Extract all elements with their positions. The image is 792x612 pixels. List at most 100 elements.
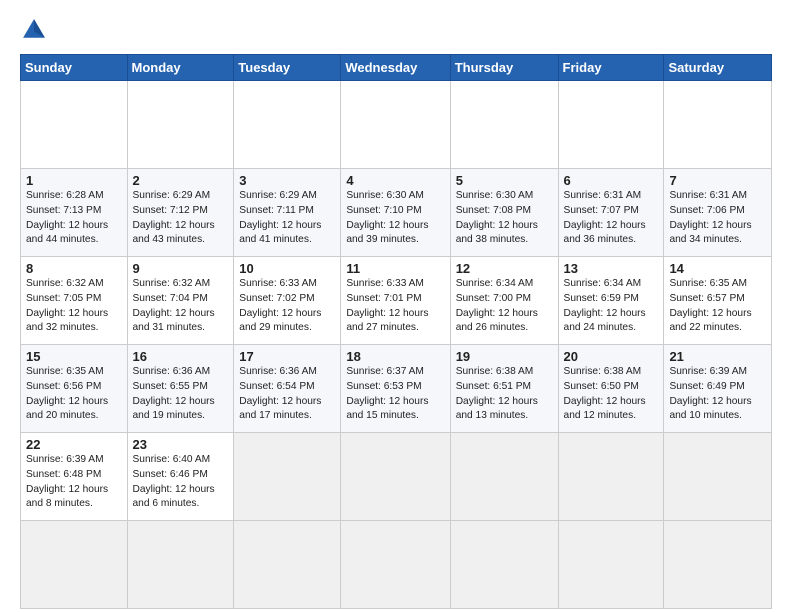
weekday-header-row: SundayMondayTuesdayWednesdayThursdayFrid… <box>21 55 772 81</box>
calendar-cell: 15Sunrise: 6:35 AMSunset: 6:56 PMDayligh… <box>21 345 128 433</box>
day-number: 4 <box>346 173 444 188</box>
day-number: 19 <box>456 349 553 364</box>
calendar-cell <box>21 521 128 609</box>
day-info: Sunrise: 6:31 AMSunset: 7:06 PMDaylight:… <box>669 189 766 248</box>
day-info: Sunrise: 6:34 AMSunset: 6:59 PMDaylight:… <box>564 277 659 336</box>
logo-icon <box>20 16 48 44</box>
calendar-cell: 5Sunrise: 6:30 AMSunset: 7:08 PMDaylight… <box>450 169 558 257</box>
day-number: 14 <box>669 261 766 276</box>
calendar-cell: 10Sunrise: 6:33 AMSunset: 7:02 PMDayligh… <box>234 257 341 345</box>
header <box>20 16 772 44</box>
calendar-cell <box>21 81 128 169</box>
day-info: Sunrise: 6:31 AMSunset: 7:07 PMDaylight:… <box>564 189 659 248</box>
calendar-cell: 22Sunrise: 6:39 AMSunset: 6:48 PMDayligh… <box>21 433 128 521</box>
calendar-cell: 2Sunrise: 6:29 AMSunset: 7:12 PMDaylight… <box>127 169 234 257</box>
calendar-cell <box>341 81 450 169</box>
day-number: 2 <box>133 173 229 188</box>
calendar-cell: 4Sunrise: 6:30 AMSunset: 7:10 PMDaylight… <box>341 169 450 257</box>
day-info: Sunrise: 6:33 AMSunset: 7:02 PMDaylight:… <box>239 277 335 336</box>
calendar-row: 1Sunrise: 6:28 AMSunset: 7:13 PMDaylight… <box>21 169 772 257</box>
calendar-cell <box>664 433 772 521</box>
day-number: 3 <box>239 173 335 188</box>
calendar-row: 8Sunrise: 6:32 AMSunset: 7:05 PMDaylight… <box>21 257 772 345</box>
day-number: 22 <box>26 437 122 452</box>
day-number: 18 <box>346 349 444 364</box>
calendar-cell: 21Sunrise: 6:39 AMSunset: 6:49 PMDayligh… <box>664 345 772 433</box>
calendar-cell <box>558 521 664 609</box>
day-info: Sunrise: 6:32 AMSunset: 7:05 PMDaylight:… <box>26 277 122 336</box>
logo <box>20 16 52 44</box>
day-number: 23 <box>133 437 229 452</box>
calendar-table: SundayMondayTuesdayWednesdayThursdayFrid… <box>20 54 772 609</box>
day-info: Sunrise: 6:38 AMSunset: 6:51 PMDaylight:… <box>456 365 553 424</box>
weekday-wednesday: Wednesday <box>341 55 450 81</box>
day-info: Sunrise: 6:36 AMSunset: 6:54 PMDaylight:… <box>239 365 335 424</box>
day-info: Sunrise: 6:30 AMSunset: 7:08 PMDaylight:… <box>456 189 553 248</box>
calendar-cell: 11Sunrise: 6:33 AMSunset: 7:01 PMDayligh… <box>341 257 450 345</box>
day-number: 5 <box>456 173 553 188</box>
day-info: Sunrise: 6:32 AMSunset: 7:04 PMDaylight:… <box>133 277 229 336</box>
day-info: Sunrise: 6:29 AMSunset: 7:12 PMDaylight:… <box>133 189 229 248</box>
day-number: 15 <box>26 349 122 364</box>
day-number: 16 <box>133 349 229 364</box>
day-info: Sunrise: 6:28 AMSunset: 7:13 PMDaylight:… <box>26 189 122 248</box>
calendar-cell <box>234 81 341 169</box>
calendar-cell <box>234 521 341 609</box>
calendar-cell <box>558 433 664 521</box>
day-info: Sunrise: 6:35 AMSunset: 6:57 PMDaylight:… <box>669 277 766 336</box>
calendar-row: 15Sunrise: 6:35 AMSunset: 6:56 PMDayligh… <box>21 345 772 433</box>
calendar-cell: 20Sunrise: 6:38 AMSunset: 6:50 PMDayligh… <box>558 345 664 433</box>
day-number: 21 <box>669 349 766 364</box>
calendar-cell: 8Sunrise: 6:32 AMSunset: 7:05 PMDaylight… <box>21 257 128 345</box>
calendar-cell <box>234 433 341 521</box>
calendar-row: 22Sunrise: 6:39 AMSunset: 6:48 PMDayligh… <box>21 433 772 521</box>
calendar-cell: 3Sunrise: 6:29 AMSunset: 7:11 PMDaylight… <box>234 169 341 257</box>
day-number: 13 <box>564 261 659 276</box>
calendar-cell <box>664 521 772 609</box>
calendar-cell: 13Sunrise: 6:34 AMSunset: 6:59 PMDayligh… <box>558 257 664 345</box>
day-info: Sunrise: 6:29 AMSunset: 7:11 PMDaylight:… <box>239 189 335 248</box>
calendar-cell <box>341 433 450 521</box>
weekday-monday: Monday <box>127 55 234 81</box>
calendar-cell <box>341 521 450 609</box>
page: SundayMondayTuesdayWednesdayThursdayFrid… <box>0 0 792 612</box>
calendar-cell: 19Sunrise: 6:38 AMSunset: 6:51 PMDayligh… <box>450 345 558 433</box>
day-number: 8 <box>26 261 122 276</box>
calendar-cell <box>450 521 558 609</box>
weekday-tuesday: Tuesday <box>234 55 341 81</box>
calendar-cell: 14Sunrise: 6:35 AMSunset: 6:57 PMDayligh… <box>664 257 772 345</box>
weekday-thursday: Thursday <box>450 55 558 81</box>
day-number: 9 <box>133 261 229 276</box>
day-number: 20 <box>564 349 659 364</box>
calendar-cell <box>127 81 234 169</box>
day-number: 11 <box>346 261 444 276</box>
calendar-cell <box>450 81 558 169</box>
day-info: Sunrise: 6:40 AMSunset: 6:46 PMDaylight:… <box>133 453 229 512</box>
calendar-cell: 1Sunrise: 6:28 AMSunset: 7:13 PMDaylight… <box>21 169 128 257</box>
calendar-cell <box>558 81 664 169</box>
calendar-cell: 23Sunrise: 6:40 AMSunset: 6:46 PMDayligh… <box>127 433 234 521</box>
day-info: Sunrise: 6:36 AMSunset: 6:55 PMDaylight:… <box>133 365 229 424</box>
calendar-cell <box>450 433 558 521</box>
day-info: Sunrise: 6:34 AMSunset: 7:00 PMDaylight:… <box>456 277 553 336</box>
day-number: 1 <box>26 173 122 188</box>
calendar-cell: 6Sunrise: 6:31 AMSunset: 7:07 PMDaylight… <box>558 169 664 257</box>
calendar-cell: 18Sunrise: 6:37 AMSunset: 6:53 PMDayligh… <box>341 345 450 433</box>
day-info: Sunrise: 6:30 AMSunset: 7:10 PMDaylight:… <box>346 189 444 248</box>
weekday-saturday: Saturday <box>664 55 772 81</box>
day-info: Sunrise: 6:37 AMSunset: 6:53 PMDaylight:… <box>346 365 444 424</box>
calendar-cell: 16Sunrise: 6:36 AMSunset: 6:55 PMDayligh… <box>127 345 234 433</box>
day-info: Sunrise: 6:35 AMSunset: 6:56 PMDaylight:… <box>26 365 122 424</box>
calendar-cell: 12Sunrise: 6:34 AMSunset: 7:00 PMDayligh… <box>450 257 558 345</box>
calendar-row <box>21 81 772 169</box>
weekday-friday: Friday <box>558 55 664 81</box>
day-info: Sunrise: 6:39 AMSunset: 6:48 PMDaylight:… <box>26 453 122 512</box>
calendar-cell <box>664 81 772 169</box>
day-number: 6 <box>564 173 659 188</box>
day-info: Sunrise: 6:33 AMSunset: 7:01 PMDaylight:… <box>346 277 444 336</box>
day-number: 10 <box>239 261 335 276</box>
calendar-cell <box>127 521 234 609</box>
day-number: 7 <box>669 173 766 188</box>
weekday-sunday: Sunday <box>21 55 128 81</box>
day-info: Sunrise: 6:39 AMSunset: 6:49 PMDaylight:… <box>669 365 766 424</box>
